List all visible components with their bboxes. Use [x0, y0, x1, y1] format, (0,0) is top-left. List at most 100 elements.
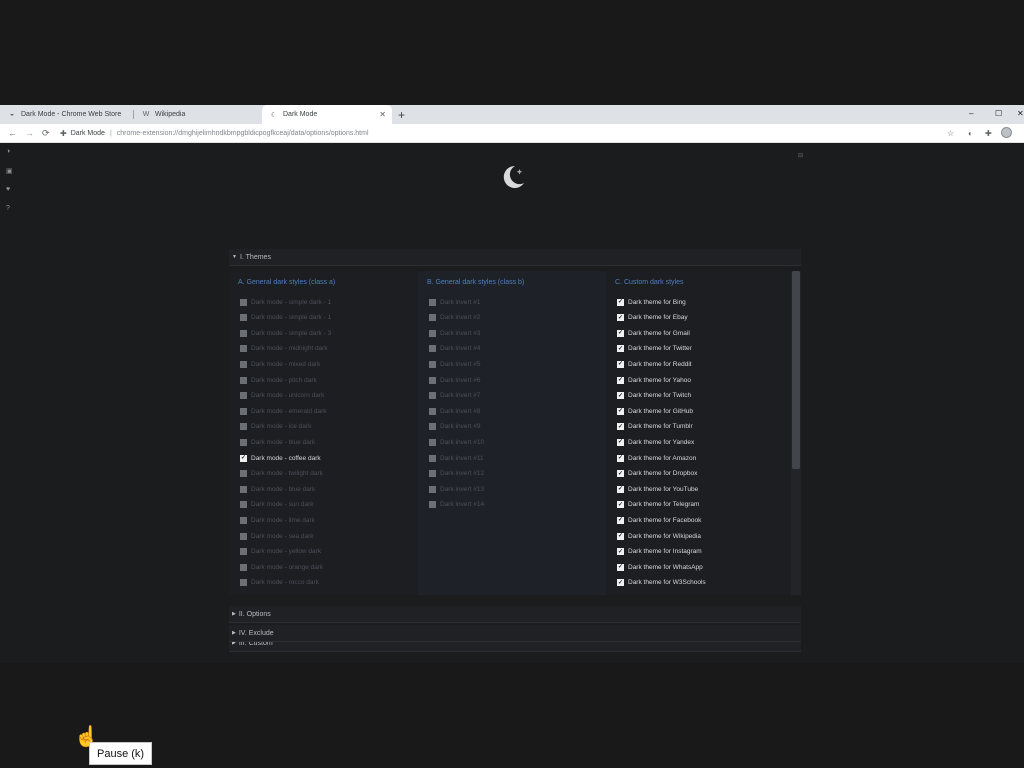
theme-checkbox[interactable]: ✓ — [617, 314, 624, 322]
reload-button[interactable]: ⟳ — [42, 125, 50, 141]
theme-option[interactable]: Dark mode - emerald dark — [240, 405, 327, 417]
theme-option[interactable]: ✓ Dark theme for Facebook — [617, 514, 701, 526]
theme-checkbox[interactable]: ✓ — [617, 579, 624, 587]
heart-icon[interactable]: ♥ — [6, 186, 10, 193]
back-button[interactable]: ← — [8, 125, 17, 141]
theme-checkbox[interactable] — [240, 516, 247, 524]
theme-checkbox[interactable]: ✓ — [617, 516, 624, 524]
theme-checkbox[interactable] — [429, 454, 436, 462]
help-icon[interactable]: ? — [6, 205, 10, 212]
theme-checkbox[interactable]: ✓ — [617, 454, 624, 462]
tab-close-icon[interactable]: ✕ — [379, 105, 386, 124]
theme-option[interactable]: Dark invert #11 — [429, 452, 484, 464]
extensions-puzzle-icon[interactable]: ✚ — [985, 125, 992, 141]
theme-option[interactable]: ✓ Dark theme for Twitter — [617, 343, 692, 355]
theme-checkbox[interactable] — [240, 345, 247, 353]
theme-checkbox[interactable]: ✓ — [617, 470, 624, 478]
section-options-header[interactable]: ▶ II. Options — [229, 606, 801, 623]
theme-option[interactable]: Dark invert #2 — [429, 312, 480, 324]
theme-option[interactable]: ✓ Dark theme for GitHub — [617, 405, 693, 417]
theme-option[interactable]: ✓ Dark theme for Yahoo — [617, 374, 691, 386]
tab-chrome-web-store[interactable]: ◒ Dark Mode - Chrome Web Store — [0, 105, 130, 124]
address-bar[interactable]: ✚ Dark Mode | chrome-extension://dmghije… — [60, 125, 930, 141]
theme-option[interactable]: Dark mode - ice dark — [240, 421, 311, 433]
maximize-button[interactable]: ☐ — [995, 105, 1002, 122]
theme-checkbox[interactable] — [240, 407, 247, 415]
theme-option[interactable]: ✓ Dark theme for Instagram — [617, 546, 702, 558]
tab-wikipedia[interactable]: W Wikipedia — [134, 105, 262, 124]
theme-checkbox[interactable]: ✓ — [617, 532, 624, 540]
theme-option[interactable]: Dark invert #14 — [429, 499, 484, 511]
theme-option[interactable]: Dark mode - unicorn dark — [240, 390, 324, 402]
theme-checkbox[interactable]: ✓ — [617, 407, 624, 415]
theme-option[interactable]: Dark mode - orange dark — [240, 561, 323, 573]
theme-option[interactable]: Dark invert #5 — [429, 358, 480, 370]
theme-option[interactable]: ✓ Dark theme for Dropbox — [617, 468, 697, 480]
theme-checkbox[interactable]: ✓ — [240, 454, 247, 462]
theme-checkbox[interactable] — [429, 470, 436, 478]
theme-option[interactable]: Dark mode - yellow dark — [240, 546, 321, 558]
theme-checkbox[interactable] — [240, 360, 247, 368]
section-themes-header[interactable]: ▼ I. Themes — [229, 249, 801, 266]
theme-checkbox[interactable] — [240, 329, 247, 337]
theme-checkbox[interactable] — [429, 407, 436, 415]
theme-option[interactable]: ✓ Dark theme for Ebay — [617, 312, 688, 324]
theme-checkbox[interactable] — [429, 360, 436, 368]
theme-option[interactable]: Dark invert #6 — [429, 374, 480, 386]
theme-option[interactable]: Dark invert #13 — [429, 483, 484, 495]
theme-option[interactable]: Dark mode - sun dark — [240, 499, 314, 511]
theme-checkbox[interactable] — [429, 345, 436, 353]
theme-checkbox[interactable]: ✓ — [617, 485, 624, 493]
theme-option[interactable]: Dark invert #4 — [429, 343, 480, 355]
theme-option[interactable]: ✓ Dark theme for Twitch — [617, 390, 691, 402]
theme-checkbox[interactable]: ✓ — [617, 438, 624, 446]
scrollbar-thumb[interactable] — [792, 271, 800, 469]
theme-option[interactable]: ✓ Dark theme for Reddit — [617, 358, 692, 370]
bookmark-star-icon[interactable]: ☆ — [947, 125, 954, 141]
theme-option[interactable]: ✓ Dark theme for Wikipedia — [617, 530, 701, 542]
theme-option[interactable]: Dark mode - blue dark — [240, 436, 315, 448]
theme-option[interactable]: ✓ Dark theme for YouTube — [617, 483, 698, 495]
theme-option[interactable]: Dark invert #8 — [429, 405, 480, 417]
theme-checkbox[interactable]: ✓ — [617, 298, 624, 306]
theme-checkbox[interactable]: ✓ — [617, 392, 624, 400]
theme-checkbox[interactable]: ✓ — [617, 548, 624, 556]
theme-checkbox[interactable] — [429, 392, 436, 400]
new-tab-button[interactable]: + — [398, 105, 405, 124]
theme-option[interactable]: ✓ Dark theme for Bing — [617, 296, 686, 308]
theme-checkbox[interactable] — [429, 438, 436, 446]
theme-checkbox[interactable] — [429, 329, 436, 337]
extension-shield-icon[interactable]: ◐ — [968, 125, 973, 141]
close-window-button[interactable]: ✕ — [1017, 105, 1024, 122]
theme-option[interactable]: Dark invert #10 — [429, 436, 484, 448]
theme-checkbox[interactable]: ✓ — [617, 423, 624, 431]
theme-checkbox[interactable] — [429, 314, 436, 322]
reset-icon[interactable]: ⊟ — [798, 152, 803, 159]
theme-checkbox[interactable]: ✓ — [617, 360, 624, 368]
theme-option[interactable]: Dark mode - midnight dark — [240, 343, 328, 355]
url-text[interactable]: chrome-extension://dmghijelimhndkbmpgbld… — [117, 130, 369, 137]
theme-checkbox[interactable] — [429, 423, 436, 431]
theme-option[interactable]: ✓ Dark theme for W3Schools — [617, 577, 706, 589]
theme-checkbox[interactable] — [240, 470, 247, 478]
theme-option[interactable]: Dark mode - lime dark — [240, 514, 315, 526]
theme-option[interactable]: Dark mode - mixed dark — [240, 358, 320, 370]
theme-checkbox[interactable] — [429, 485, 436, 493]
theme-option[interactable]: Dark invert #12 — [429, 468, 484, 480]
site-info-chip[interactable]: ✚ Dark Mode — [60, 129, 105, 138]
theme-option[interactable]: Dark invert #1 — [429, 296, 480, 308]
theme-option[interactable]: ✓ Dark theme for Gmail — [617, 327, 690, 339]
theme-checkbox[interactable] — [240, 298, 247, 306]
theme-option[interactable]: Dark mode - sea dark — [240, 530, 314, 542]
theme-option[interactable]: Dark mode - twilight dark — [240, 468, 323, 480]
theme-option[interactable]: Dark mode - simple dark - 3 — [240, 327, 331, 339]
theme-checkbox[interactable]: ✓ — [617, 501, 624, 509]
theme-option[interactable]: ✓ Dark theme for Tumblr — [617, 421, 693, 433]
theme-option[interactable]: ✓ Dark theme for Yandex — [617, 436, 694, 448]
minimize-button[interactable]: – — [969, 105, 973, 122]
theme-option[interactable]: Dark mode - blue dark — [240, 483, 315, 495]
theme-option[interactable]: Dark invert #3 — [429, 327, 480, 339]
theme-option[interactable]: Dark mode - rocco dark — [240, 577, 319, 589]
theme-checkbox[interactable] — [240, 532, 247, 540]
theme-option[interactable]: ✓ Dark mode - coffee dark — [240, 452, 321, 464]
